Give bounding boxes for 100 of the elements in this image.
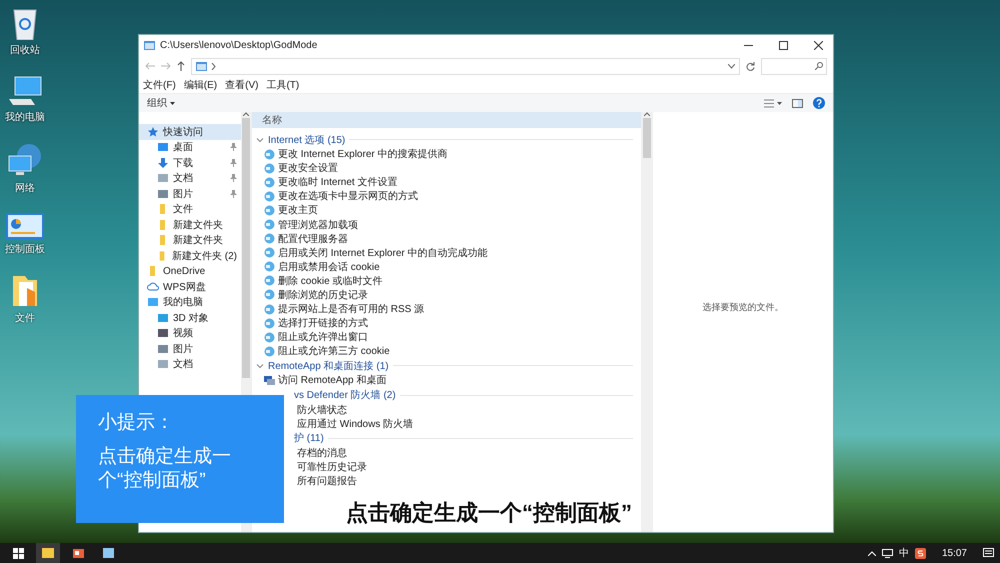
input-method-indicator[interactable]: 中 bbox=[898, 546, 909, 560]
globe-icon bbox=[264, 233, 275, 244]
windows-logo-icon bbox=[12, 548, 24, 558]
file-explorer-button[interactable] bbox=[36, 543, 60, 563]
window-title: C:\Users\lenovo\Desktop\GodMode bbox=[160, 40, 318, 50]
desktop-icon-label[interactable]: 回收站 bbox=[10, 43, 40, 57]
navigation-item[interactable]: 新建文件夹 bbox=[139, 232, 241, 248]
navigation-item[interactable]: 文档 bbox=[139, 170, 241, 186]
refresh-icon[interactable] bbox=[746, 62, 755, 70]
menu-item[interactable]: 查看(V) bbox=[225, 78, 258, 92]
search-field[interactable] bbox=[761, 58, 827, 74]
list-item[interactable]: 删除浏览的历史记录 bbox=[278, 288, 368, 302]
list-item[interactable]: 更改 Internet Explorer 中的搜索提供商 bbox=[278, 147, 448, 162]
tip-title: 小提示： bbox=[98, 411, 175, 435]
group-header[interactable]: 护 (11) bbox=[294, 431, 324, 446]
notification-icon[interactable] bbox=[983, 548, 994, 558]
navigation-item[interactable]: 文件 bbox=[139, 202, 241, 217]
search-icon bbox=[815, 62, 823, 70]
menu-item[interactable]: 工具(T) bbox=[266, 78, 300, 92]
scrollbar-thumb[interactable] bbox=[643, 118, 651, 158]
list-item[interactable]: 配置代理服务器 bbox=[278, 232, 348, 246]
group-header[interactable]: RemoteApp 和桌面连接 (1) bbox=[268, 358, 389, 373]
chevron-up-icon[interactable] bbox=[868, 550, 876, 556]
globe-icon bbox=[264, 247, 275, 258]
network-monitor-icon[interactable] bbox=[882, 548, 893, 558]
list-item[interactable]: 管理浏览器加载项 bbox=[278, 218, 358, 232]
desktop-icon-label[interactable]: 控制面板 bbox=[5, 242, 45, 256]
up-arrow-icon[interactable] bbox=[177, 61, 185, 71]
list-item[interactable]: 更改在选项卡中显示网页的方式 bbox=[278, 189, 418, 204]
globe-icon bbox=[264, 318, 275, 329]
navigation-item[interactable]: 新建文件夹 (2) bbox=[139, 248, 241, 264]
folder-window-icon bbox=[144, 40, 155, 50]
organize-button[interactable]: 组织 bbox=[147, 96, 175, 110]
desktop-icon-label[interactable]: 网络 bbox=[15, 181, 35, 195]
preview-pane-icon[interactable] bbox=[792, 98, 803, 108]
desktop-icon-label[interactable]: 我的电脑 bbox=[5, 110, 45, 124]
tip-text: 点击确定生成一个“控制面板” bbox=[98, 445, 232, 493]
globe-icon bbox=[264, 289, 275, 300]
list-item[interactable]: 提示网站上是否有可用的 RSS 源 bbox=[278, 302, 424, 316]
close-icon bbox=[814, 40, 822, 50]
scrollbar-thumb[interactable] bbox=[242, 118, 250, 378]
app-tray-icon[interactable] bbox=[914, 548, 926, 558]
scrollbar[interactable] bbox=[641, 112, 653, 532]
chevron-right-icon bbox=[211, 62, 216, 70]
group-header[interactable]: Internet 选项 (15) bbox=[268, 132, 346, 146]
list-item[interactable]: 访问 RemoteApp 和桌面 bbox=[278, 373, 386, 388]
menu-item[interactable]: 编辑(E) bbox=[184, 78, 218, 92]
navigation-item[interactable]: 视频 bbox=[139, 326, 241, 341]
navigation-item[interactable]: 下载 bbox=[139, 155, 241, 170]
navigation-item[interactable]: 桌面 bbox=[139, 140, 241, 155]
list-item[interactable]: 更改安全设置 bbox=[278, 161, 338, 176]
globe-icon bbox=[264, 148, 275, 160]
preview-message: 选择要预览的文件。 bbox=[702, 300, 784, 314]
globe-icon bbox=[264, 162, 275, 174]
scroll-up-icon bbox=[243, 112, 249, 116]
list-item[interactable]: 存档的消息 bbox=[297, 446, 347, 460]
list-item[interactable]: 更改主页 bbox=[278, 203, 318, 218]
list-item[interactable]: 应用通过 Windows 防火墙 bbox=[297, 416, 414, 431]
globe-icon bbox=[264, 304, 275, 315]
navigation-item[interactable]: 文档 bbox=[139, 356, 241, 372]
list-item[interactable]: 启用或禁用会话 cookie bbox=[278, 260, 380, 274]
list-item[interactable]: 阻止或允许弹出窗口 bbox=[278, 330, 368, 344]
globe-icon bbox=[264, 176, 275, 188]
list-item[interactable]: 防火墙状态 bbox=[297, 402, 347, 417]
navigation-item[interactable]: 图片 bbox=[139, 341, 241, 356]
column-header[interactable]: 名称 bbox=[252, 112, 641, 128]
globe-icon bbox=[264, 261, 275, 272]
clock[interactable]: 15:07 bbox=[942, 548, 967, 558]
pin-icon bbox=[230, 190, 237, 198]
chevron-down-icon bbox=[728, 64, 735, 68]
list-item[interactable]: 可靠性历史记录 bbox=[297, 460, 367, 474]
caret-icon bbox=[170, 102, 175, 104]
navigation-item[interactable]: 图片 bbox=[139, 186, 241, 202]
chevron-down-icon bbox=[256, 136, 264, 144]
pin-icon bbox=[230, 174, 237, 182]
folder-window-icon bbox=[196, 62, 207, 70]
navigation-item[interactable]: WPS网盘 bbox=[139, 279, 241, 294]
list-item[interactable]: 阻止或允许第三方 cookie bbox=[278, 344, 390, 358]
cloud-icon bbox=[147, 280, 159, 293]
menu-item[interactable]: 文件(F) bbox=[143, 78, 176, 92]
navigation-item[interactable]: 新建文件夹 bbox=[139, 217, 241, 232]
help-icon[interactable] bbox=[813, 97, 825, 109]
download-arrow-icon bbox=[157, 156, 169, 169]
maximize-icon bbox=[778, 40, 788, 50]
scroll-up-icon bbox=[644, 112, 650, 116]
list-item[interactable]: 删除 cookie 或临时文件 bbox=[278, 274, 382, 288]
globe-icon bbox=[264, 190, 275, 202]
list-item[interactable]: 启用或关闭 Internet Explorer 中的自动完成功能 bbox=[278, 246, 488, 260]
navigation-item[interactable]: 3D 对象 bbox=[139, 310, 241, 326]
view-list-icon[interactable] bbox=[764, 98, 782, 108]
navigation-item[interactable]: 快速访问 bbox=[139, 124, 241, 140]
navigation-item[interactable]: 我的电脑 bbox=[139, 294, 241, 310]
remote-desktop-icon bbox=[264, 374, 275, 386]
group-header[interactable]: vs Defender 防火墙 (2) bbox=[294, 388, 396, 402]
globe-icon bbox=[264, 332, 275, 343]
list-item[interactable]: 更改临时 Internet 文件设置 bbox=[278, 175, 398, 190]
list-item[interactable]: 选择打开链接的方式 bbox=[278, 316, 368, 330]
chevron-down-icon bbox=[256, 362, 264, 370]
list-item[interactable]: 所有问题报告 bbox=[297, 474, 357, 488]
navigation-item[interactable]: OneDrive bbox=[139, 264, 241, 279]
